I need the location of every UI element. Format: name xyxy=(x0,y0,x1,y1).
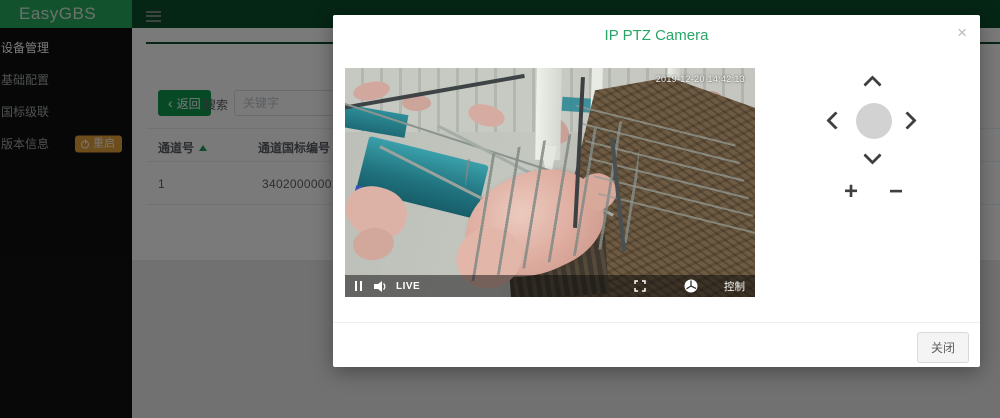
pause-icon[interactable] xyxy=(355,281,362,291)
close-icon[interactable]: × xyxy=(957,24,967,41)
ptz-camera-dialog: IP PTZ Camera × xyxy=(333,15,980,367)
camera-timestamp-osd: 2019-12-20 14:42:13 xyxy=(656,74,745,84)
zoom-in-button[interactable]: + xyxy=(837,180,865,204)
dialog-close-button[interactable]: 关闭 xyxy=(917,332,969,363)
ptz-down-icon[interactable] xyxy=(863,146,881,164)
live-label: LIVE xyxy=(396,281,420,292)
snapshot-icon[interactable] xyxy=(684,279,698,293)
camera-scene: 2019-12-20 14:42:13 xyxy=(345,68,755,297)
ptz-right-icon[interactable] xyxy=(898,111,916,129)
zoom-out-button[interactable]: − xyxy=(882,180,910,204)
ptz-up-icon[interactable] xyxy=(863,75,881,93)
fullscreen-icon[interactable] xyxy=(634,280,646,292)
ptz-center-knob[interactable] xyxy=(856,103,892,139)
player-control-bar: LIVE 控制 xyxy=(345,275,755,297)
control-toggle-label[interactable]: 控制 xyxy=(724,279,745,294)
volume-icon[interactable] xyxy=(374,281,387,292)
dialog-title: IP PTZ Camera xyxy=(333,15,980,44)
video-player[interactable]: 2019-12-20 14:42:13 LIVE 控制 xyxy=(345,68,755,297)
ptz-left-icon[interactable] xyxy=(826,111,844,129)
footer-divider xyxy=(333,322,980,323)
